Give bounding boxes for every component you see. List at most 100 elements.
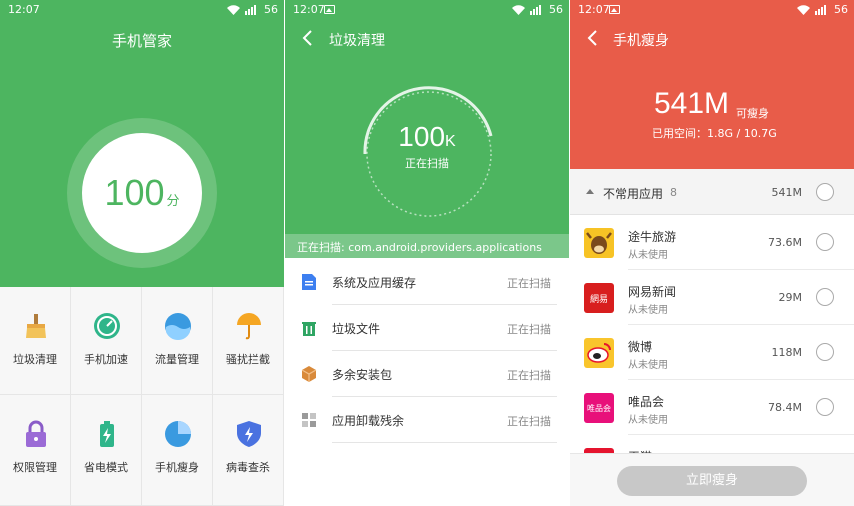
item-label: 系统及应用缓存 [332, 276, 417, 290]
tool-label: 手机瘦身 [155, 461, 199, 474]
signal-icon [245, 4, 256, 15]
divider [332, 442, 557, 443]
item-status: 正在扫描 [507, 323, 551, 336]
score-value: 100 [104, 172, 165, 213]
tool-label: 权限管理 [13, 461, 57, 474]
tool-phone-slim[interactable]: 手机瘦身 [142, 395, 213, 506]
lock-icon [26, 420, 46, 447]
tool-permissions[interactable]: 权限管理 [0, 395, 71, 506]
app-name: 唯品会 [628, 395, 665, 409]
page-title: 手机管家 [111, 32, 172, 50]
tool-label: 垃圾清理 [13, 353, 57, 366]
app-row[interactable]: 微博 从未使用 118M [570, 325, 854, 380]
tool-label: 省电模式 [84, 461, 128, 474]
screen-divider [569, 0, 570, 506]
tuniu-logo-icon [584, 228, 614, 258]
app-size: 118M [771, 346, 803, 359]
wifi-icon [512, 4, 525, 15]
phone-slim-screen: 12:07 56 手机瘦身 541M 可瘦身 已用空间：1.8G / 10.7G… [570, 0, 854, 506]
back-arrow-icon[interactable] [301, 30, 315, 46]
status-time: 12:07 [8, 3, 40, 16]
app-row[interactable]: 唯品会 唯品会 从未使用 78.4M [570, 380, 854, 435]
wifi-icon [227, 4, 240, 15]
image-notification-icon [324, 5, 335, 14]
tool-label: 手机加速 [84, 353, 128, 366]
residue-icon [302, 413, 316, 427]
tool-speed-up[interactable]: 手机加速 [71, 287, 142, 395]
battery-icon [100, 421, 114, 447]
back-arrow-icon[interactable] [586, 30, 600, 46]
slimmable-note: 可瘦身 [736, 107, 769, 120]
app-select-radio[interactable] [816, 288, 834, 306]
scan-header: 12:07 56 垃圾清理 100K 正在扫描 正在扫描: com.androi… [285, 0, 569, 258]
scan-category-list: 系统及应用缓存 正在扫描 垃圾文件 正在扫描 多余安装包 正在扫描 应用卸载残余… [285, 259, 569, 443]
score-unit: 分 [166, 193, 180, 209]
tool-power-saving[interactable]: 省电模式 [71, 395, 142, 506]
image-notification-icon [609, 5, 620, 14]
select-all-radio[interactable] [816, 183, 834, 201]
battery-level: 56 [264, 3, 278, 16]
app-select-radio[interactable] [816, 233, 834, 251]
app-row[interactable]: 網易 网易新闻 从未使用 29M [570, 270, 854, 325]
screen-divider [284, 0, 285, 506]
app-usage: 从未使用 [628, 250, 668, 261]
list-item[interactable]: 系统及应用缓存 正在扫描 [285, 259, 569, 305]
slimmable-size: 541M [654, 87, 730, 120]
status-bar: 12:07 56 [285, 0, 569, 20]
battery-level: 56 [549, 3, 563, 16]
section-size: 541M [771, 186, 803, 199]
action-footer: 立即瘦身 [570, 453, 854, 506]
list-item[interactable]: 垃圾文件 正在扫描 [285, 305, 569, 351]
tool-junk-clean[interactable]: 垃圾清理 [0, 287, 71, 395]
app-usage: 从未使用 [628, 305, 668, 316]
slim-header: 12:07 56 手机瘦身 541M 可瘦身 已用空间：1.8G / 10.7G [570, 0, 854, 169]
unused-apps-section[interactable]: 不常用应用 8 541M [570, 169, 854, 215]
trash-icon [302, 322, 316, 336]
app-usage: 从未使用 [628, 360, 668, 371]
section-count: 8 [670, 186, 677, 199]
status-time: 12:07 [293, 3, 325, 16]
app-name: 网易新闻 [628, 285, 677, 299]
tool-harass-block[interactable]: 骚扰拦截 [213, 287, 284, 395]
app-name: 途牛旅游 [628, 230, 677, 244]
weibo-logo-icon [584, 338, 614, 368]
item-label: 多余安装包 [332, 368, 393, 382]
score-header: 12:07 56 手机管家 100 分 [0, 0, 284, 287]
app-size: 78.4M [768, 401, 802, 414]
phone-manager-screen: 12:07 56 手机管家 100 分 垃圾清理 手机加速 流量管理 骚扰拦截 … [0, 0, 284, 506]
used-space: 已用空间：1.8G / 10.7G [652, 127, 777, 140]
speedometer-icon [94, 313, 120, 339]
collapse-caret-icon[interactable] [586, 189, 594, 194]
tool-label: 骚扰拦截 [226, 353, 270, 366]
scan-status: 正在扫描 [405, 157, 449, 170]
score-circle[interactable]: 100 分 [82, 133, 202, 253]
list-item[interactable]: 多余安装包 正在扫描 [285, 351, 569, 397]
data-traffic-icon [165, 313, 191, 340]
signal-icon [530, 4, 541, 15]
scan-progress-ring [363, 86, 493, 217]
item-label: 应用卸载残余 [332, 414, 405, 428]
tool-data-traffic[interactable]: 流量管理 [142, 287, 213, 395]
app-select-radio[interactable] [816, 398, 834, 416]
item-status: 正在扫描 [507, 369, 551, 382]
vip-logo-icon: 唯品会 [584, 393, 614, 423]
wifi-icon [797, 4, 810, 15]
app-select-radio[interactable] [816, 343, 834, 361]
slim-now-button[interactable]: 立即瘦身 [617, 466, 807, 496]
tool-label: 流量管理 [155, 353, 199, 366]
app-row[interactable]: 途牛旅游 从未使用 73.6M [570, 215, 854, 270]
document-icon [302, 274, 316, 290]
list-item[interactable]: 应用卸载残余 正在扫描 [285, 397, 569, 443]
item-status: 正在扫描 [507, 415, 551, 428]
tool-virus-scan[interactable]: 病毒查杀 [213, 395, 284, 506]
status-bar: 12:07 56 [570, 0, 854, 20]
umbrella-icon [237, 313, 261, 340]
pie-chart-icon [165, 421, 191, 447]
item-label: 垃圾文件 [332, 322, 381, 336]
status-time: 12:07 [578, 3, 610, 16]
netease-news-logo-icon: 網易 [584, 283, 614, 313]
scan-path-bar: 正在扫描: com.android.providers.applications [285, 234, 569, 258]
app-size: 73.6M [768, 236, 802, 249]
section-title: 不常用应用 [603, 187, 664, 201]
signal-icon [815, 4, 826, 15]
